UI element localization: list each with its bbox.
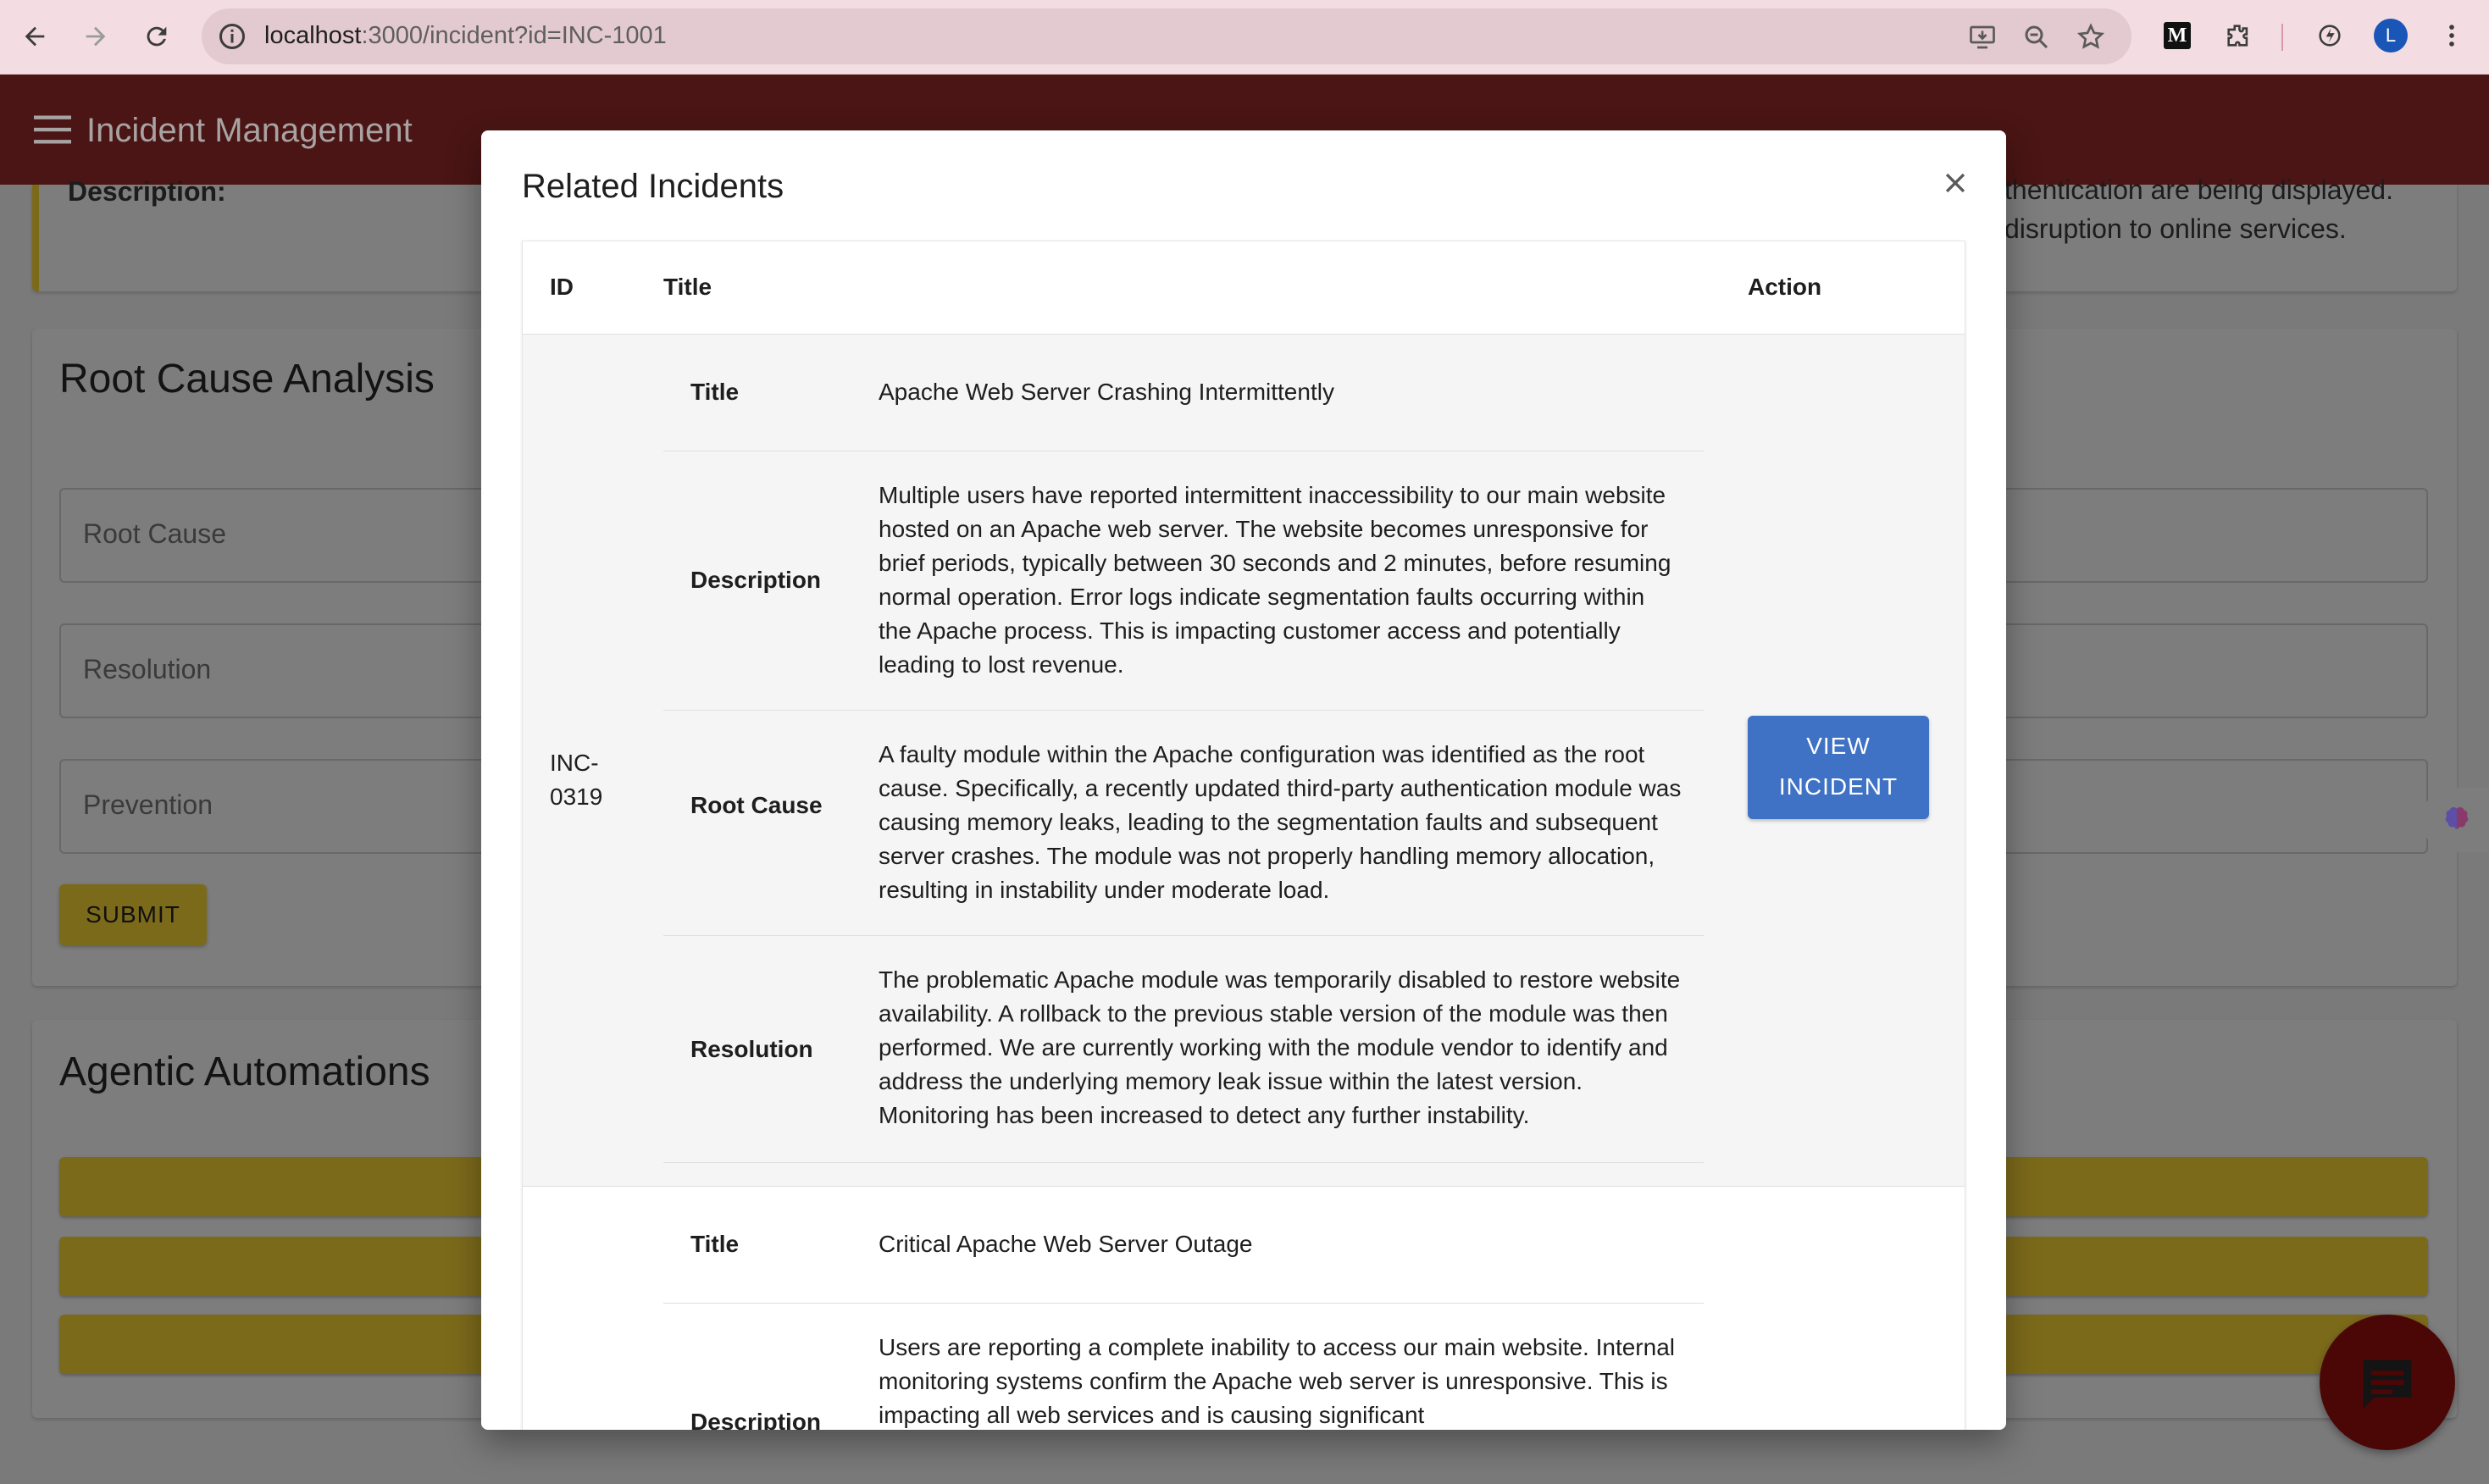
rca-title: Root Cause Analysis	[59, 357, 435, 401]
close-icon[interactable]	[1937, 164, 1974, 202]
column-header-action: Action	[1748, 274, 1822, 300]
address-bar[interactable]: localhost:3000/incident?id=INC-1001	[202, 8, 2131, 64]
table-row: INC-0319 Title Apache Web Server Crashin…	[523, 335, 1965, 1187]
incident-id: INC-0319	[550, 750, 603, 810]
chat-button[interactable]	[2320, 1315, 2455, 1450]
bookmark-star-icon[interactable]	[2076, 22, 2106, 53]
table-row: Title Critical Apache Web Server Outage …	[523, 1187, 1965, 1430]
automations-title: Agentic Automations	[59, 1049, 430, 1094]
related-incidents-dialog: Related Incidents ID Title Action INC-03…	[481, 130, 2006, 1430]
field-value: The problematic Apache module was tempor…	[879, 966, 1681, 1128]
submit-button[interactable]: SUBMIT	[59, 884, 207, 945]
install-app-icon[interactable]	[1967, 22, 1998, 53]
assistant-side-tab[interactable]	[2421, 788, 2489, 852]
avatar[interactable]: L	[2374, 19, 2408, 53]
incident-field-row: Description Multiple users have reported…	[663, 451, 1704, 711]
field-value: Apache Web Server Crashing Intermittentl…	[879, 379, 1334, 405]
chat-icon	[2363, 1359, 2412, 1409]
back-icon[interactable]	[17, 19, 53, 54]
table-header: ID Title Action	[523, 241, 1965, 335]
field-key: Title	[690, 379, 740, 405]
description-label: Description:	[68, 176, 226, 207]
field-value: Multiple users have reported intermitten…	[879, 482, 1671, 678]
dialog-title: Related Incidents	[522, 168, 784, 205]
incident-field-row: Title Critical Apache Web Server Outage	[663, 1187, 1704, 1304]
field-value: A faulty module within the Apache config…	[879, 741, 1682, 903]
brain-icon	[2445, 807, 2469, 829]
resolution-label: Resolution	[83, 654, 212, 684]
incident-field-row: Title Apache Web Server Crashing Intermi…	[663, 335, 1704, 451]
column-header-title: Title	[663, 274, 712, 300]
column-header-id: ID	[550, 274, 574, 300]
field-key: Root Cause	[690, 792, 823, 818]
extensions-puzzle-icon[interactable]	[2221, 19, 2255, 53]
performance-icon[interactable]	[2313, 19, 2347, 53]
incident-field-row: Description Users are reporting a comple…	[663, 1304, 1704, 1430]
reload-icon[interactable]	[139, 19, 175, 54]
browser-toolbar: localhost:3000/incident?id=INC-1001 M L	[0, 0, 2489, 75]
description-text-line: thentication are being displayed.	[2004, 174, 2393, 205]
field-key: Description	[690, 567, 822, 593]
prevention-label: Prevention	[83, 789, 213, 820]
site-info-icon[interactable]	[217, 21, 247, 52]
medium-extension-icon[interactable]: M	[2160, 19, 2194, 53]
toolbar-separator	[2281, 24, 2283, 51]
browser-menu-icon[interactable]	[2435, 19, 2469, 53]
related-incidents-table: ID Title Action INC-0319 Title Apache We…	[522, 241, 1965, 1430]
view-incident-button[interactable]: VIEW INCIDENT	[1748, 716, 1929, 819]
field-key: Resolution	[690, 1036, 813, 1062]
incident-field-row: Root Cause A faulty module within the Ap…	[663, 711, 1704, 936]
field-value: Critical Apache Web Server Outage	[879, 1231, 1253, 1257]
zoom-icon[interactable]	[2021, 22, 2052, 53]
url-text[interactable]: localhost:3000/incident?id=INC-1001	[264, 22, 667, 50]
description-text-line: disruption to online services.	[2004, 213, 2347, 244]
incident-field-row: Resolution The problematic Apache module…	[663, 936, 1704, 1163]
forward-icon[interactable]	[78, 19, 114, 54]
field-key: Title	[690, 1231, 740, 1257]
field-value: Users are reporting a complete inability…	[879, 1334, 1675, 1428]
root-cause-label: Root Cause	[83, 518, 226, 549]
field-key: Description	[690, 1409, 822, 1430]
app-title: Incident Management	[86, 112, 413, 149]
hamburger-menu-icon[interactable]	[34, 115, 71, 144]
